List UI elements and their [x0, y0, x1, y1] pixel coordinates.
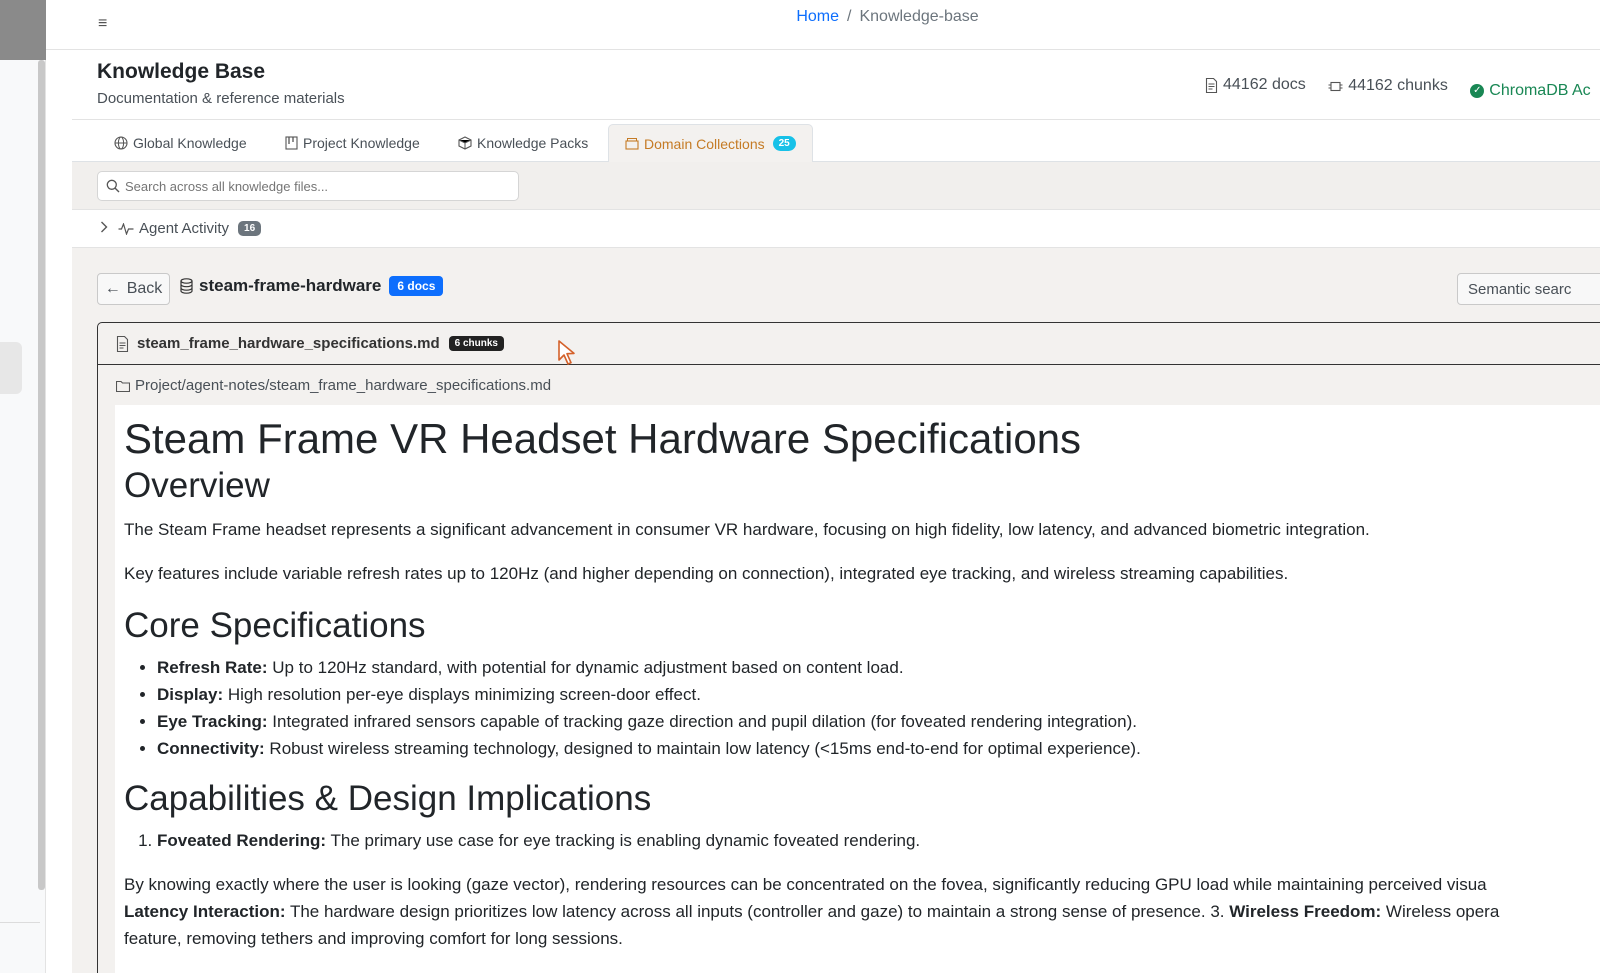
- breadcrumb: Home / Knowledge-base: [46, 8, 1600, 26]
- list-text: Up to 120Hz standard, with potential for…: [267, 658, 904, 677]
- tab-domain-collections[interactable]: Domain Collections 25: [608, 124, 813, 163]
- activity-icon: [118, 222, 134, 235]
- list-term: Eye Tracking:: [157, 712, 268, 731]
- list-text: High resolution per-eye displays minimiz…: [223, 685, 701, 704]
- search-box: [97, 171, 519, 201]
- main-panel: Knowledge Base Documentation & reference…: [72, 50, 1600, 973]
- list-text: The primary use case for eye tracking is…: [326, 831, 921, 850]
- project-icon: [285, 136, 298, 150]
- database-icon: [180, 278, 193, 294]
- doc-paragraph: Latency Interaction: The hardware design…: [124, 898, 1600, 925]
- list-term: Display:: [157, 685, 224, 704]
- list-text: Integrated infrared sensors capable of t…: [267, 712, 1137, 731]
- document-header[interactable]: steam_frame_hardware_specifications.md 6…: [98, 323, 1600, 365]
- list-text: Robust wireless streaming technology, de…: [264, 739, 1141, 758]
- folder-icon: [116, 380, 130, 392]
- core-specs-list: Refresh Rate: Up to 120Hz standard, with…: [124, 654, 1600, 762]
- globe-icon: [114, 136, 128, 150]
- doc-heading-title: Steam Frame VR Headset Hardware Specific…: [124, 415, 1082, 462]
- list-item: Eye Tracking: Integrated infrared sensor…: [157, 708, 1600, 735]
- tab-label: Knowledge Packs: [477, 135, 589, 151]
- doc-heading-core-specs: Core Specifications: [124, 606, 426, 645]
- inline-text: The hardware design prioritizes low late…: [285, 902, 1230, 921]
- inline-term: Latency Interaction:: [124, 902, 286, 921]
- doc-heading-overview: Overview: [124, 466, 270, 505]
- tab-bar: Global Knowledge Project Knowledge Knowl…: [72, 120, 1600, 163]
- sidebar-divider: [0, 922, 40, 923]
- list-item: Connectivity: Robust wireless streaming …: [157, 735, 1600, 762]
- check-circle-icon: ✓: [1470, 83, 1485, 98]
- inline-term: Wireless Freedom:: [1229, 902, 1382, 921]
- chunks-stat-text: 44162 chunks: [1348, 77, 1448, 94]
- file-icon: [116, 335, 129, 352]
- doc-paragraph: The Steam Frame headset represents a sig…: [124, 520, 1370, 539]
- document-path: Project/agent-notes/steam_frame_hardware…: [116, 377, 551, 394]
- inline-text: Wireless opera: [1381, 902, 1500, 921]
- chunks-stat: 44162 chunks: [1328, 77, 1448, 95]
- doc-paragraph: feature, removing tethers and improving …: [124, 929, 623, 948]
- page-header: Knowledge Base Documentation & reference…: [72, 50, 1600, 120]
- header-stats: 44162 docs 44162 chunks ✓ ChromaDB Ac: [1205, 76, 1600, 100]
- page-subtitle: Documentation & reference materials: [97, 90, 345, 107]
- document-path-text: Project/agent-notes/steam_frame_hardware…: [135, 377, 552, 394]
- doc-heading-capabilities: Capabilities & Design Implications: [124, 779, 652, 818]
- doc-paragraph: By knowing exactly where the user is loo…: [124, 875, 1487, 894]
- list-term: Foveated Rendering:: [157, 831, 327, 850]
- document-filename: steam_frame_hardware_specifications.md: [137, 335, 440, 352]
- list-item: Display: High resolution per-eye display…: [157, 681, 1600, 708]
- tab-global-knowledge[interactable]: Global Knowledge: [98, 124, 263, 162]
- agent-activity-toggle[interactable]: Agent Activity 16: [72, 210, 1600, 248]
- document-content: Steam Frame VR Headset Hardware Specific…: [115, 405, 1600, 973]
- tab-label: Global Knowledge: [133, 135, 247, 151]
- list-term: Refresh Rate:: [157, 658, 268, 677]
- sidebar-header: [0, 0, 46, 60]
- top-bar: ≡ Home / Knowledge-base: [46, 0, 1600, 50]
- agent-activity-count: 16: [238, 221, 262, 236]
- back-label: Back: [126, 280, 163, 297]
- archive-icon: [625, 138, 639, 150]
- collection-name: steam-frame-hardware: [199, 276, 382, 295]
- breadcrumb-home-link[interactable]: Home: [796, 8, 839, 25]
- breadcrumb-separator: /: [847, 8, 852, 25]
- tab-label: Project Knowledge: [303, 135, 420, 151]
- page-title: Knowledge Base: [97, 60, 266, 83]
- back-button[interactable]: ← Back: [97, 273, 170, 305]
- tab-count-badge: 25: [772, 136, 796, 151]
- document-icon: [1205, 77, 1218, 93]
- collection-title: steam-frame-hardware 6 docs: [180, 276, 444, 296]
- package-icon: [458, 136, 472, 150]
- tab-label: Domain Collections: [644, 135, 765, 152]
- chroma-status: ✓ ChromaDB Ac: [1470, 81, 1591, 100]
- list-item: Foveated Rendering: The primary use case…: [157, 827, 1600, 854]
- list-item: Refresh Rate: Up to 120Hz standard, with…: [157, 654, 1600, 681]
- list-term: Connectivity:: [157, 739, 265, 758]
- docs-stat: 44162 docs: [1205, 76, 1306, 94]
- breadcrumb-current: Knowledge-base: [859, 8, 979, 25]
- document-card: steam_frame_hardware_specifications.md 6…: [97, 322, 1600, 973]
- search-bar-area: [72, 162, 1600, 210]
- semantic-search-button[interactable]: Semantic searc: [1457, 273, 1600, 305]
- chunks-badge: 6 chunks: [448, 336, 504, 351]
- docs-count-badge: 6 docs: [389, 276, 444, 296]
- sidebar: [0, 0, 46, 973]
- sidebar-scrollbar[interactable]: [38, 60, 45, 890]
- collection-view: ← Back steam-frame-hardware 6 docs Seman…: [72, 248, 1600, 973]
- tab-project-knowledge[interactable]: Project Knowledge: [269, 124, 436, 162]
- tab-knowledge-packs[interactable]: Knowledge Packs: [442, 124, 604, 162]
- chip-icon: [1328, 81, 1343, 91]
- docs-stat-text: 44162 docs: [1223, 76, 1306, 93]
- chevron-right-icon: [100, 221, 108, 236]
- chroma-status-text: ChromaDB Ac: [1489, 81, 1591, 99]
- sidebar-active-item[interactable]: [0, 342, 22, 394]
- agent-activity-label: Agent Activity: [139, 220, 230, 237]
- arrow-left-icon: ←: [104, 280, 121, 297]
- doc-paragraph: Key features include variable refresh ra…: [124, 564, 1289, 583]
- search-input[interactable]: [125, 178, 505, 194]
- mouse-cursor-icon: [558, 340, 575, 365]
- capabilities-list: Foveated Rendering: The primary use case…: [124, 827, 1600, 854]
- search-icon: [106, 179, 120, 193]
